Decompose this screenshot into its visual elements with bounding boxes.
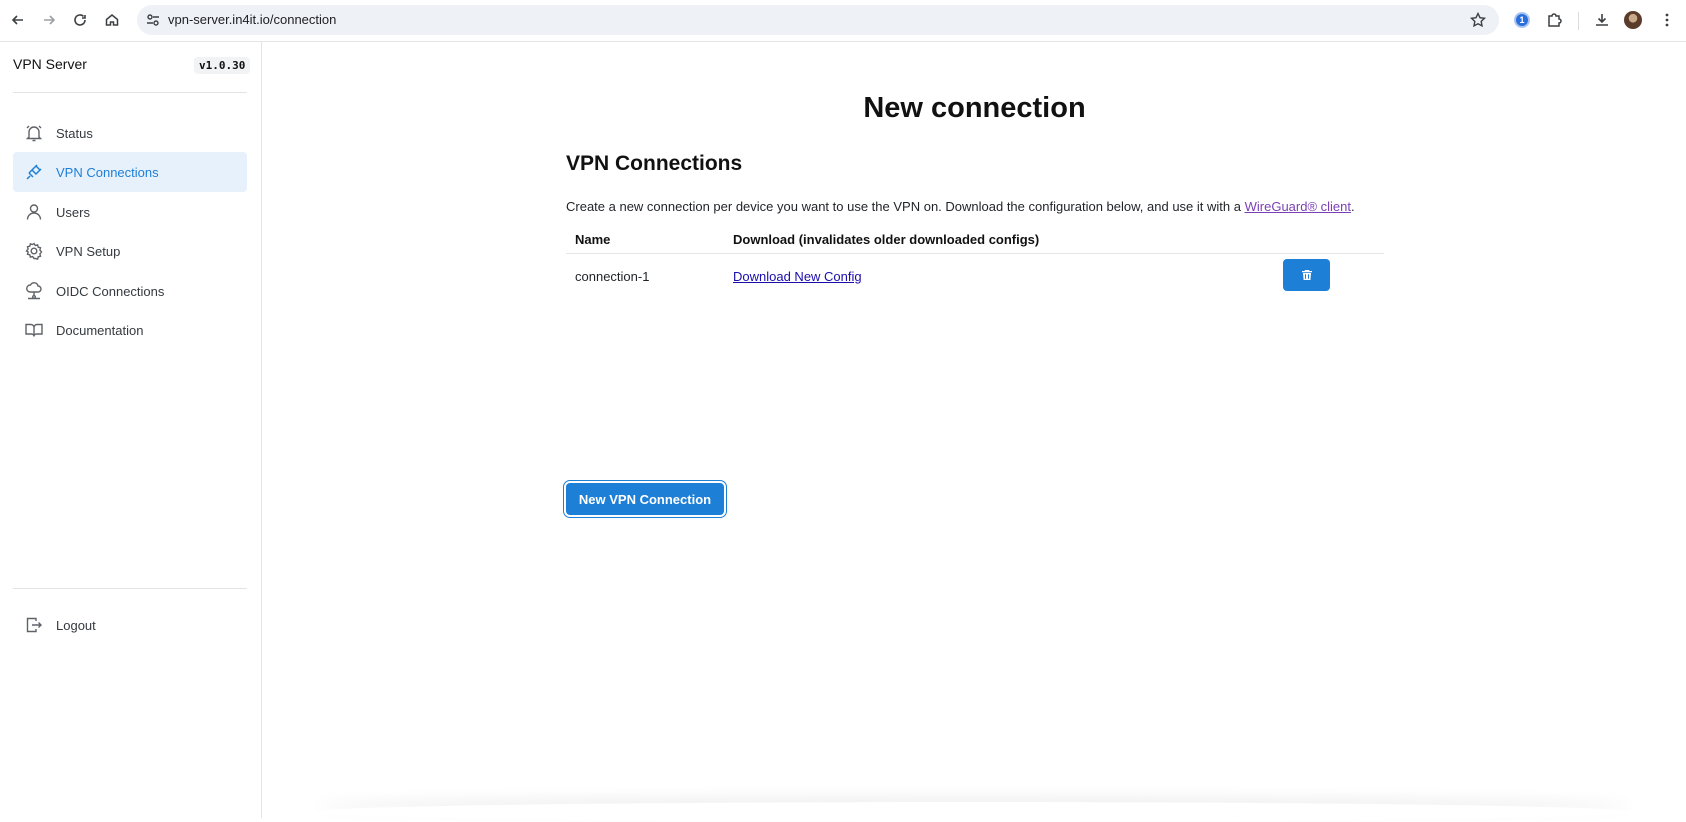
- intro-end: .: [1351, 199, 1355, 214]
- sidebar-item-label: Users: [56, 204, 90, 220]
- sidebar-item-vpn-setup[interactable]: VPN Setup: [13, 231, 247, 271]
- toolbar-divider: [1578, 12, 1579, 30]
- book-icon: [24, 320, 44, 340]
- url-text[interactable]: vpn-server.in4it.io/connection: [168, 12, 336, 27]
- user-icon: [24, 202, 44, 222]
- version-badge: v1.0.30: [194, 57, 251, 74]
- password-manager-extension[interactable]: 1: [1512, 10, 1532, 30]
- table-header: Name Download (invalidates older downloa…: [566, 228, 1384, 254]
- intro-sentence: Create a new connection per device you w…: [566, 199, 1241, 214]
- bell-icon: [24, 123, 44, 143]
- app-title: VPN Server: [13, 56, 87, 72]
- section-title: VPN Connections: [566, 152, 743, 175]
- sidebar-item-label: Documentation: [56, 322, 144, 338]
- plug-icon: [24, 162, 44, 182]
- sidebar-divider: [13, 588, 247, 589]
- sidebar-divider: [13, 92, 247, 93]
- back-button[interactable]: [6, 8, 30, 32]
- site-settings-icon[interactable]: [145, 12, 161, 28]
- reload-button[interactable]: [68, 8, 92, 32]
- download-config-link[interactable]: Download New Config: [733, 269, 862, 284]
- delete-connection-button[interactable]: [1283, 259, 1330, 291]
- page-title: New connection: [863, 92, 1086, 124]
- sidebar-item-label: OIDC Connections: [56, 283, 165, 299]
- main-content: New connection VPN Connections Create a …: [263, 42, 1686, 818]
- star-icon[interactable]: [1469, 11, 1487, 29]
- browser-menu-button[interactable]: [1657, 10, 1677, 30]
- password-manager-icon: 1: [1514, 12, 1530, 28]
- table-row: connection-1 Download New Config: [566, 254, 1384, 300]
- sidebar-item-status[interactable]: Status: [13, 113, 247, 153]
- puzzle-icon: [1548, 13, 1562, 27]
- logout-icon: [24, 615, 44, 635]
- avatar: [1624, 11, 1642, 29]
- browser-toolbar: vpn-server.in4it.io/connection 1: [0, 0, 1686, 42]
- sidebar-item-vpn-connections[interactable]: VPN Connections: [13, 152, 247, 192]
- column-header-name: Name: [575, 232, 611, 247]
- arrow-right-icon: [44, 15, 56, 25]
- sidebar-item-label: VPN Connections: [56, 164, 159, 180]
- trash-icon: [1301, 270, 1312, 280]
- new-vpn-connection-button[interactable]: New VPN Connection: [566, 483, 724, 515]
- sidebar-item-oidc-connections[interactable]: OIDC Connections: [13, 271, 247, 311]
- download-icon: [1596, 14, 1608, 26]
- sidebar-item-label: VPN Setup: [56, 243, 121, 259]
- wireguard-client-link[interactable]: WireGuard® client: [1245, 199, 1351, 214]
- extensions-button[interactable]: [1545, 10, 1565, 30]
- home-button[interactable]: [100, 8, 124, 32]
- cloud-network-icon: [24, 281, 44, 301]
- logout-label: Logout: [56, 617, 96, 633]
- reload-icon: [74, 14, 86, 26]
- kebab-menu-icon: [1665, 13, 1669, 27]
- intro-text: Create a new connection per device you w…: [566, 199, 1355, 214]
- gear-icon: [24, 241, 44, 261]
- connection-name: connection-1: [575, 269, 650, 284]
- profile-button[interactable]: [1623, 10, 1643, 30]
- column-header-download: Download (invalidates older downloaded c…: [733, 232, 1040, 247]
- home-icon: [105, 14, 119, 26]
- forward-button[interactable]: [37, 8, 61, 32]
- sidebar-item-users[interactable]: Users: [13, 192, 247, 232]
- arrow-left-icon: [11, 15, 23, 25]
- sidebar: VPN Server v1.0.30 Status VPN Connection…: [0, 42, 262, 818]
- sidebar-item-label: Status: [56, 125, 93, 141]
- logout-button[interactable]: Logout: [13, 605, 247, 645]
- downloads-button[interactable]: [1592, 10, 1612, 30]
- sidebar-item-documentation[interactable]: Documentation: [13, 310, 247, 350]
- page-bottom-shadow: [313, 802, 1633, 822]
- address-bar[interactable]: vpn-server.in4it.io/connection: [137, 5, 1499, 35]
